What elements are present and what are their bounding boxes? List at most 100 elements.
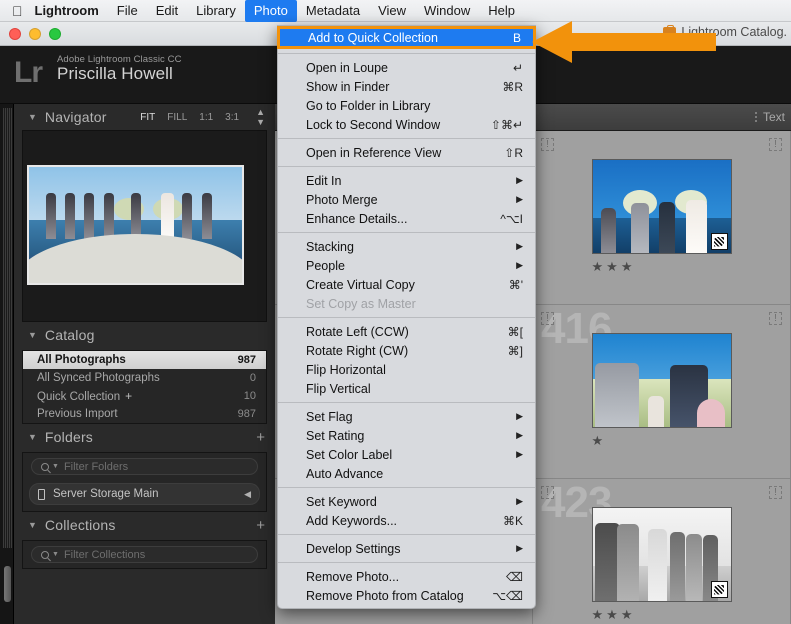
photo-badge-icon[interactable]: [710, 581, 728, 598]
menu-item-label: Remove Photo...: [306, 569, 400, 584]
flag-placeholder-icon[interactable]: !: [769, 312, 782, 325]
lightroom-logo: Lr: [14, 56, 43, 89]
menu-library[interactable]: Library: [187, 0, 245, 22]
add-folder-icon[interactable]: +: [256, 430, 265, 445]
flag-placeholder-icon[interactable]: !: [541, 312, 554, 325]
menu-item-set-color-label[interactable]: Set Color Label ▶: [278, 445, 535, 464]
folders-box: ▼ Filter Folders Server Storage Main ◀: [22, 452, 267, 512]
menu-separator: [278, 317, 535, 318]
disclosure-triangle-icon[interactable]: ▼: [28, 330, 37, 340]
menu-item-set-keyword[interactable]: Set Keyword ▶: [278, 492, 535, 511]
catalog-item-quick-collection[interactable]: Quick Collection + 10: [23, 387, 266, 405]
menu-item-label: Open in Loupe: [306, 60, 389, 75]
menu-item-set-rating[interactable]: Set Rating ▶: [278, 426, 535, 445]
menu-item-flip-vertical[interactable]: Flip Vertical: [278, 379, 535, 398]
catalog-item-all-synced-photographs[interactable]: All Synced Photographs 0: [23, 369, 266, 387]
menu-help[interactable]: Help: [479, 0, 524, 22]
menu-item-stacking[interactable]: Stacking ▶: [278, 237, 535, 256]
catalog-item-previous-import[interactable]: Previous Import 987: [23, 405, 266, 423]
zoom-3-1[interactable]: 3:1: [225, 112, 239, 123]
menu-item-open-in-loupe[interactable]: Open in Loupe ↵: [278, 58, 535, 77]
left-panel-collapse-strip[interactable]: [0, 104, 14, 624]
panel-scrollbar-thumb[interactable]: [4, 566, 11, 602]
disclosure-triangle-icon[interactable]: ▼: [28, 432, 37, 442]
star-rating[interactable]: ★★★: [592, 607, 732, 623]
menu-item-lock-to-second-window[interactable]: Lock to Second Window ⇧⌘↵: [278, 115, 535, 134]
menu-file[interactable]: File: [108, 0, 147, 22]
menu-item-rotate-left[interactable]: Rotate Left (CCW) ⌘[: [278, 322, 535, 341]
menu-photo[interactable]: Photo: [244, 0, 297, 22]
photo-thumbnail[interactable]: [591, 159, 732, 254]
menu-item-flip-horizontal[interactable]: Flip Horizontal: [278, 360, 535, 379]
disclosure-triangle-icon[interactable]: ▼: [28, 520, 37, 530]
disclosure-triangle-icon[interactable]: ▼: [28, 112, 37, 122]
menu-item-create-virtual-copy[interactable]: Create Virtual Copy ⌘': [278, 275, 535, 294]
menu-item-auto-advance[interactable]: Auto Advance: [278, 464, 535, 483]
menu-metadata[interactable]: Metadata: [297, 0, 369, 22]
flag-placeholder-icon[interactable]: !: [769, 486, 782, 499]
zoom-stepper-icon[interactable]: ▲ ▼: [256, 107, 265, 127]
menu-item-develop-settings[interactable]: Develop Settings ▶: [278, 539, 535, 558]
table-row[interactable]: ! !: [533, 131, 791, 305]
menu-item-label: Go to Folder in Library: [306, 98, 431, 113]
flag-placeholder-icon[interactable]: !: [541, 486, 554, 499]
table-row[interactable]: 416 ! ! ★: [533, 305, 791, 479]
menu-item-go-to-folder-in-library[interactable]: Go to Folder in Library: [278, 96, 535, 115]
star-rating[interactable]: ★★★: [592, 259, 732, 275]
menu-item-label: Flip Vertical: [306, 381, 371, 396]
menu-item-label: Set Color Label: [306, 447, 393, 462]
catalog-header[interactable]: ▼ Catalog: [14, 322, 275, 348]
zoom-fit[interactable]: FIT: [140, 112, 155, 123]
menu-item-edit-in[interactable]: Edit In ▶: [278, 171, 535, 190]
navigator-header[interactable]: ▼ Navigator FIT FILL 1:1 3:1 ▲ ▼: [14, 104, 275, 130]
menu-item-rotate-right[interactable]: Rotate Right (CW) ⌘]: [278, 341, 535, 360]
apple-logo-icon[interactable]: : [8, 4, 33, 18]
close-button[interactable]: [9, 28, 21, 40]
folder-volume-label: Server Storage Main: [53, 488, 159, 500]
zoom-1-1[interactable]: 1:1: [199, 112, 213, 123]
zoom-fill[interactable]: FILL: [167, 112, 187, 123]
toolbar-text-label[interactable]: Text: [763, 110, 785, 124]
chevron-left-icon[interactable]: ◀: [244, 489, 251, 500]
menu-window[interactable]: Window: [415, 0, 479, 22]
menu-view[interactable]: View: [369, 0, 415, 22]
menu-edit[interactable]: Edit: [147, 0, 187, 22]
menu-item-remove-photo-from-catalog[interactable]: Remove Photo from Catalog ⌥⌫: [278, 586, 535, 605]
menu-item-set-copy-as-master: Set Copy as Master: [278, 294, 535, 313]
flag-placeholder-icon[interactable]: !: [541, 138, 554, 151]
menu-item-set-flag[interactable]: Set Flag ▶: [278, 407, 535, 426]
menu-item-label: Lock to Second Window: [306, 117, 441, 132]
catalog-item-count: 0: [249, 372, 256, 384]
catalog-item-all-photographs[interactable]: All Photographs 987: [23, 351, 266, 369]
submenu-arrow-icon: ▶: [516, 175, 523, 185]
navigator-thumbnail: [27, 165, 244, 285]
menu-item-add-to-quick-collection[interactable]: Add to Quick Collection B: [277, 26, 536, 49]
menu-item-enhance-details[interactable]: Enhance Details... ^⌥I: [278, 209, 535, 228]
filter-folders-input[interactable]: ▼ Filter Folders: [31, 458, 258, 475]
minimize-button[interactable]: [29, 28, 41, 40]
catalog-item-label: Previous Import: [37, 408, 118, 420]
flag-placeholder-icon[interactable]: !: [769, 138, 782, 151]
zoom-button[interactable]: [49, 28, 61, 40]
photo-thumbnail[interactable]: [591, 507, 732, 602]
photo-badge-icon[interactable]: [710, 233, 728, 250]
menu-separator: [278, 53, 535, 54]
collections-header[interactable]: ▼ Collections +: [14, 512, 275, 538]
menu-lightroom[interactable]: Lightroom: [33, 0, 108, 22]
menu-item-photo-merge[interactable]: Photo Merge ▶: [278, 190, 535, 209]
identity-plate[interactable]: Adobe Lightroom Classic CC Priscilla How…: [57, 54, 182, 84]
menu-item-add-keywords[interactable]: Add Keywords... ⌘K: [278, 511, 535, 530]
menu-item-show-in-finder[interactable]: Show in Finder ⌘R: [278, 77, 535, 96]
menu-item-people[interactable]: People ▶: [278, 256, 535, 275]
navigator-preview[interactable]: [22, 130, 267, 322]
menu-item-open-in-reference-view[interactable]: Open in Reference View ⇧R: [278, 143, 535, 162]
star-rating[interactable]: ★: [592, 433, 732, 449]
filter-collections-input[interactable]: ▼ Filter Collections: [31, 546, 258, 563]
table-row[interactable]: 423 ! ! ★★★: [533, 479, 791, 624]
photo-thumbnail[interactable]: [591, 333, 732, 428]
add-collection-icon[interactable]: +: [256, 518, 265, 533]
folders-header[interactable]: ▼ Folders +: [14, 424, 275, 450]
folder-volume-server-storage-main[interactable]: Server Storage Main ◀: [29, 483, 260, 505]
menu-item-remove-photo[interactable]: Remove Photo... ⌫: [278, 567, 535, 586]
toolbar-grip-icon[interactable]: [754, 112, 757, 122]
